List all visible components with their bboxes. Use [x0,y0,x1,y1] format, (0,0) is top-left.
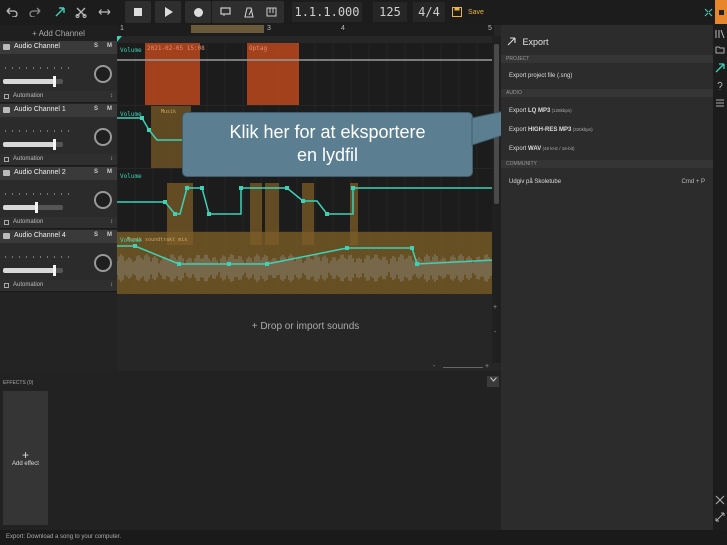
export-quality: (128kbps) [550,108,572,113]
export-format: WAV [528,146,542,152]
add-effect-label: Add effect [12,461,39,467]
chevron-down-icon [489,377,497,382]
side-icon-strip [713,25,727,530]
export-quality: (320kbps) [571,127,593,132]
export-project-file-item[interactable]: Export project file (.sng) [509,73,572,79]
export-audio-item-2[interactable]: Export WAV (48 kHz / 16-bit) [509,146,575,152]
export-format: LQ MP3 [528,108,551,114]
export-audio-item-0[interactable]: Export LQ MP3 (128kbps) [509,108,572,114]
effects-panel: EFFECTS (0) + Add effect [0,371,501,530]
section-audio: AUDIO [501,89,713,97]
library-icon[interactable] [715,29,725,39]
close-icon[interactable] [715,495,725,505]
section-community: COMMUNITY [501,160,713,168]
effects-count-label: EFFECTS (0) [3,380,34,386]
export-format: HIGH-RES MP3 [528,127,572,133]
publish-skoletube-item[interactable]: Udgiv på Skoletube [509,179,561,185]
export-title-text: Export [522,37,549,47]
app-window: 1.1.1.000 125 4/4 Save + Add Channel Aud… [0,0,727,545]
settings-list-icon[interactable] [715,98,725,108]
help-icon[interactable] [715,81,725,91]
section-project: PROJECT [501,55,713,63]
status-bar: Export: Download a song to your computer… [0,530,727,545]
export-panel: Export PROJECT Export project file (.sng… [501,25,713,530]
export-prefix: Export [509,127,529,133]
publish-shortcut: Cmd + P [681,179,705,185]
add-effect-button[interactable]: + Add effect [3,391,48,525]
add-effect-plus: + [21,448,29,462]
export-icon[interactable] [715,63,725,73]
folder-icon[interactable] [715,45,725,55]
expand-icon[interactable] [715,512,725,522]
export-prefix: Export [509,108,529,114]
export-prefix: Export [509,146,529,152]
export-audio-item-1[interactable]: Export HIGH-RES MP3 (320kbps) [509,127,593,133]
export-panel-title: Export [507,37,549,47]
effects-collapse-button[interactable] [487,376,499,387]
export-arrow-icon [507,37,516,46]
export-quality: (48 kHz / 16-bit) [541,146,575,151]
